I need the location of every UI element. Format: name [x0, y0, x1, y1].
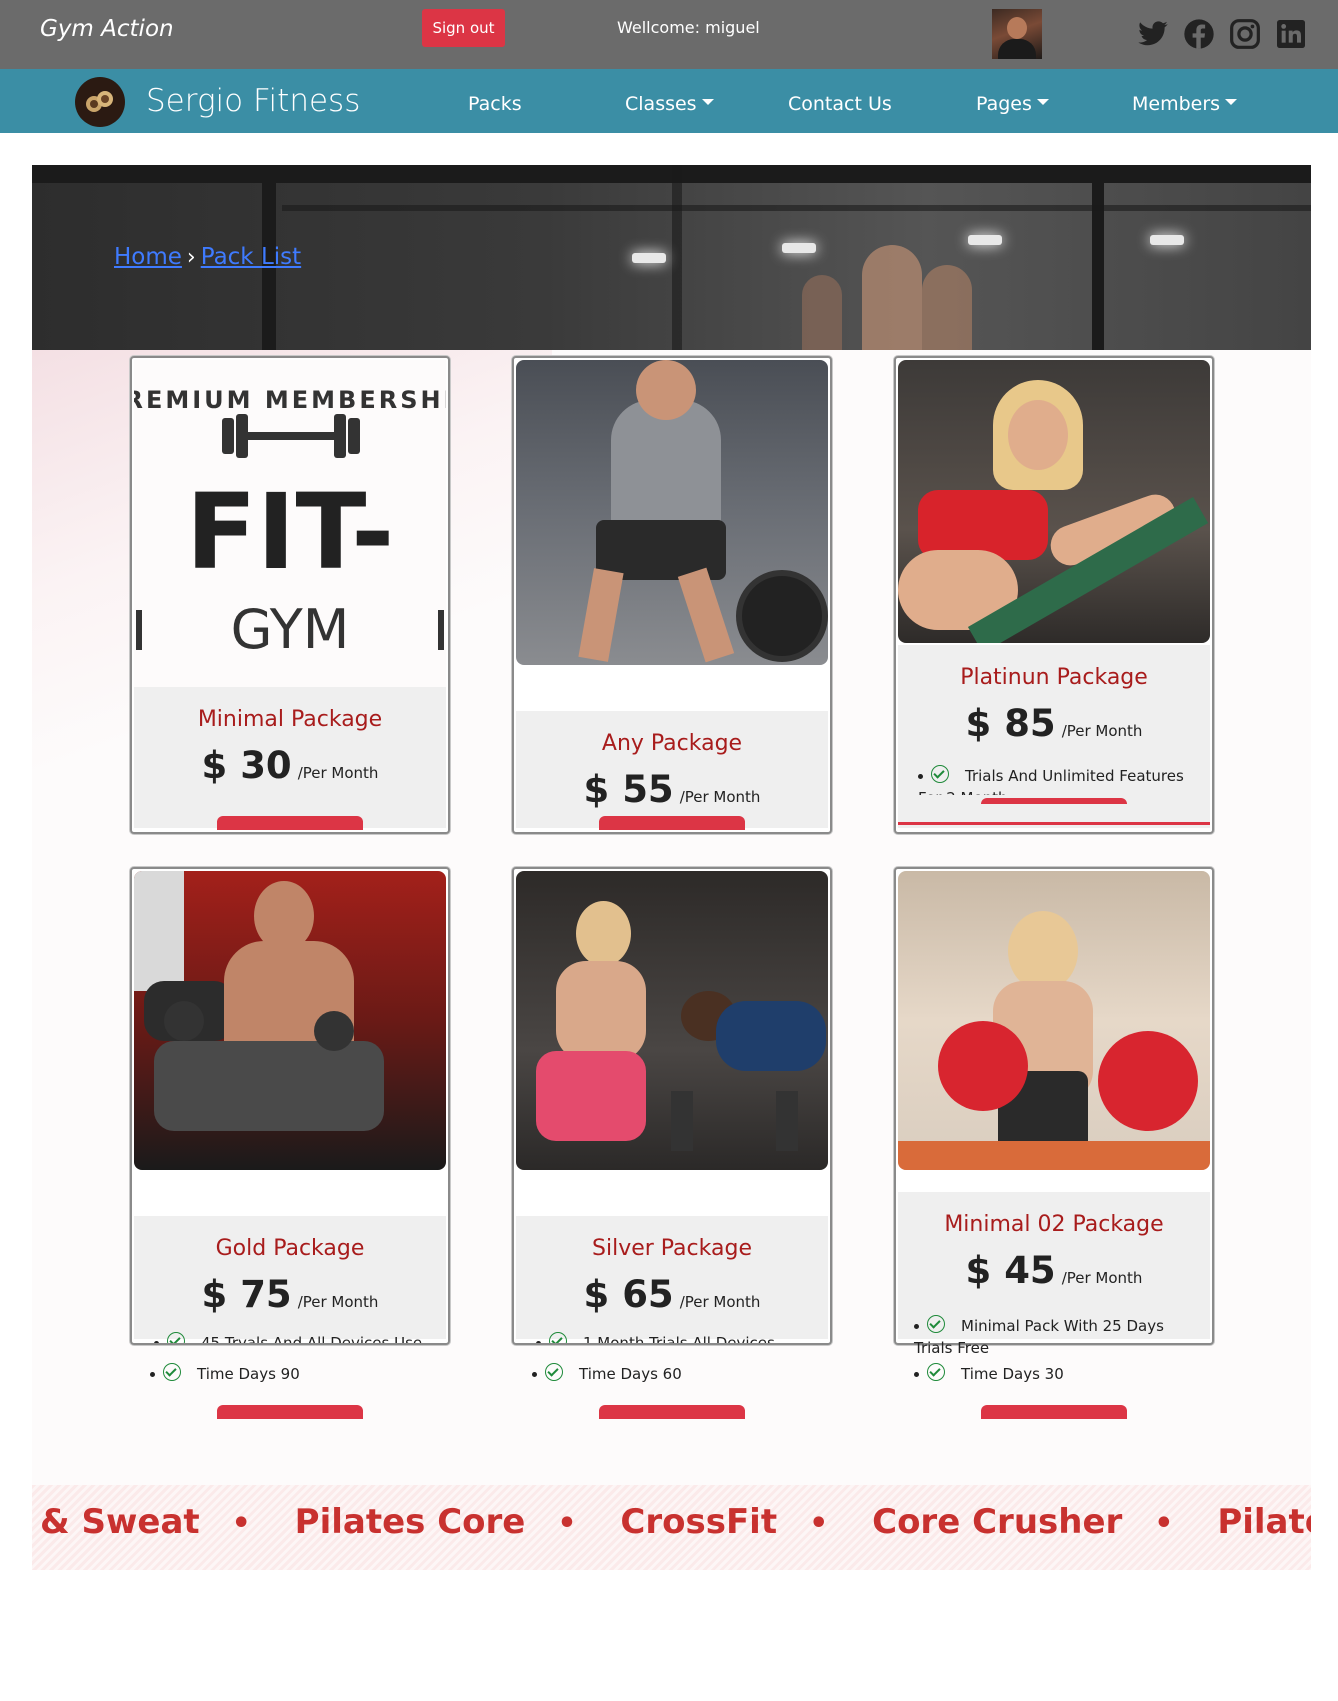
package-image	[134, 871, 446, 1170]
package-body: Minimal Package $ 30/Per Month	[134, 687, 446, 830]
package-price: $ 65/Per Month	[583, 1273, 761, 1316]
nav-pages[interactable]: Pages	[976, 93, 1049, 115]
marquee-item: Core Crusher	[872, 1502, 1123, 1542]
package-title: Minimal Package	[197, 707, 383, 732]
check-circle-icon	[549, 1331, 567, 1343]
twitter-icon[interactable]	[1137, 18, 1169, 50]
feature-list: 1 Month Trials All Devices	[536, 1331, 816, 1343]
nav-members[interactable]: Members	[1132, 93, 1238, 115]
nav-classes[interactable]: Classes	[625, 93, 714, 115]
package-title: Gold Package	[215, 1236, 365, 1261]
svg-text:GYM: GYM	[231, 598, 350, 661]
package-body: Platinun Package $ 85/Per Month Trials A…	[898, 645, 1210, 828]
linkedin-icon[interactable]	[1275, 18, 1307, 50]
marquee-item: CrossFit	[620, 1502, 778, 1542]
chevron-right-icon: ›	[186, 245, 196, 270]
buy-button[interactable]	[217, 1405, 363, 1419]
chevron-down-icon	[1036, 98, 1049, 105]
package-card: Gold Package $ 75/Per Month 45 Tryals An…	[130, 867, 450, 1345]
svg-text:FIT-: FIT-	[186, 471, 395, 593]
feature-item: Time Days 60	[532, 1362, 812, 1385]
package-price: $ 45/Per Month	[965, 1249, 1143, 1292]
package-card: Platinun Package $ 85/Per Month Trials A…	[894, 356, 1214, 834]
facebook-icon[interactable]	[1183, 18, 1215, 50]
feature-item: Time Days 90	[150, 1362, 430, 1385]
nav-packs[interactable]: Packs	[468, 93, 522, 115]
sign-out-button[interactable]: Sign out	[422, 9, 505, 47]
nav-contact-us[interactable]: Contact Us	[788, 93, 892, 115]
chevron-down-icon	[701, 98, 714, 105]
feature-item: 45 Tryals And All Devices Use	[154, 1331, 434, 1343]
feature-item: 1 Month Trials All Devices	[536, 1331, 816, 1343]
package-title: Silver Package	[592, 1236, 752, 1261]
buy-button[interactable]	[599, 1405, 745, 1419]
site-name[interactable]: Sergio Fitness	[146, 83, 360, 119]
site-logo[interactable]	[75, 77, 125, 127]
feature-item: Trials And Unlimited Features For 2 Mont…	[918, 765, 1198, 795]
package-price: $ 85/Per Month	[965, 702, 1143, 745]
package-image	[516, 360, 828, 665]
instagram-icon[interactable]	[1229, 18, 1261, 50]
check-circle-icon	[931, 765, 949, 783]
check-circle-icon	[167, 1331, 185, 1343]
package-image	[898, 871, 1210, 1170]
package-card: Minimal 02 Package $ 45/Per Month	[894, 867, 1214, 1345]
svg-text:PREMIUM MEMBERSHIP: PREMIUM MEMBERSHIP	[134, 386, 446, 414]
package-card: Any Package $ 55/Per Month	[512, 356, 832, 834]
package-title: Platinun Package	[960, 665, 1148, 690]
top-bar: Gym Action Sign out Wellcome: miguel	[0, 0, 1338, 69]
buy-button[interactable]	[217, 816, 363, 830]
breadcrumb: Home › Pack List	[114, 244, 301, 270]
avatar[interactable]	[992, 9, 1042, 59]
feature-item: Time Days 30	[914, 1362, 1194, 1385]
chevron-down-icon	[1225, 98, 1238, 105]
package-price: $ 75/Per Month	[201, 1273, 379, 1316]
marquee-item: Pilates Core	[294, 1502, 526, 1542]
buy-button[interactable]	[599, 816, 745, 830]
marquee-item: & Sweat	[40, 1502, 200, 1542]
package-image	[898, 360, 1210, 643]
feature-list: 45 Tryals And All Devices Use	[154, 1331, 434, 1343]
main-navbar: Sergio Fitness Packs Classes Contact Us …	[0, 69, 1338, 133]
package-body: Gold Package $ 75/Per Month 45 Tryals An…	[134, 1216, 446, 1343]
feature-item: Minimal Pack With 25 Days Trials Free	[914, 1314, 1204, 1359]
package-title: Any Package	[601, 731, 743, 756]
buy-button[interactable]	[981, 798, 1127, 804]
feature-list: Trials And Unlimited Features For 2 Mont…	[918, 765, 1198, 795]
brand-text: Gym Action	[40, 16, 174, 42]
breadcrumb-home-link[interactable]: Home	[114, 244, 182, 270]
package-price: $ 55/Per Month	[583, 768, 761, 811]
package-body: Any Package $ 55/Per Month	[516, 711, 828, 830]
classes-marquee: & Sweat • Pilates Core • CrossFit • Core Cr…	[32, 1485, 1311, 1570]
breadcrumb-pack-list-link[interactable]: Pack List	[201, 244, 301, 270]
package-price: $ 30/Per Month	[201, 744, 379, 787]
package-title: Minimal 02 Package	[944, 1212, 1164, 1237]
package-card: PREMIUM MEMBERSHIP FIT- GYM Minimal Pack…	[130, 356, 450, 834]
check-circle-icon	[927, 1314, 945, 1333]
package-body: Silver Package $ 65/Per Month 1 Month Tr…	[516, 1216, 828, 1343]
package-image	[516, 871, 828, 1170]
package-image: PREMIUM MEMBERSHIP FIT- GYM	[134, 360, 446, 687]
buy-button[interactable]	[981, 1405, 1127, 1419]
package-card: Silver Package $ 65/Per Month 1 Month Tr…	[512, 867, 832, 1345]
check-circle-icon	[163, 1362, 181, 1381]
welcome-text: Wellcome: miguel	[617, 18, 760, 37]
check-circle-icon	[927, 1362, 945, 1381]
check-circle-icon	[545, 1362, 563, 1381]
marquee-item: Pilates Reformer	[1217, 1502, 1311, 1542]
